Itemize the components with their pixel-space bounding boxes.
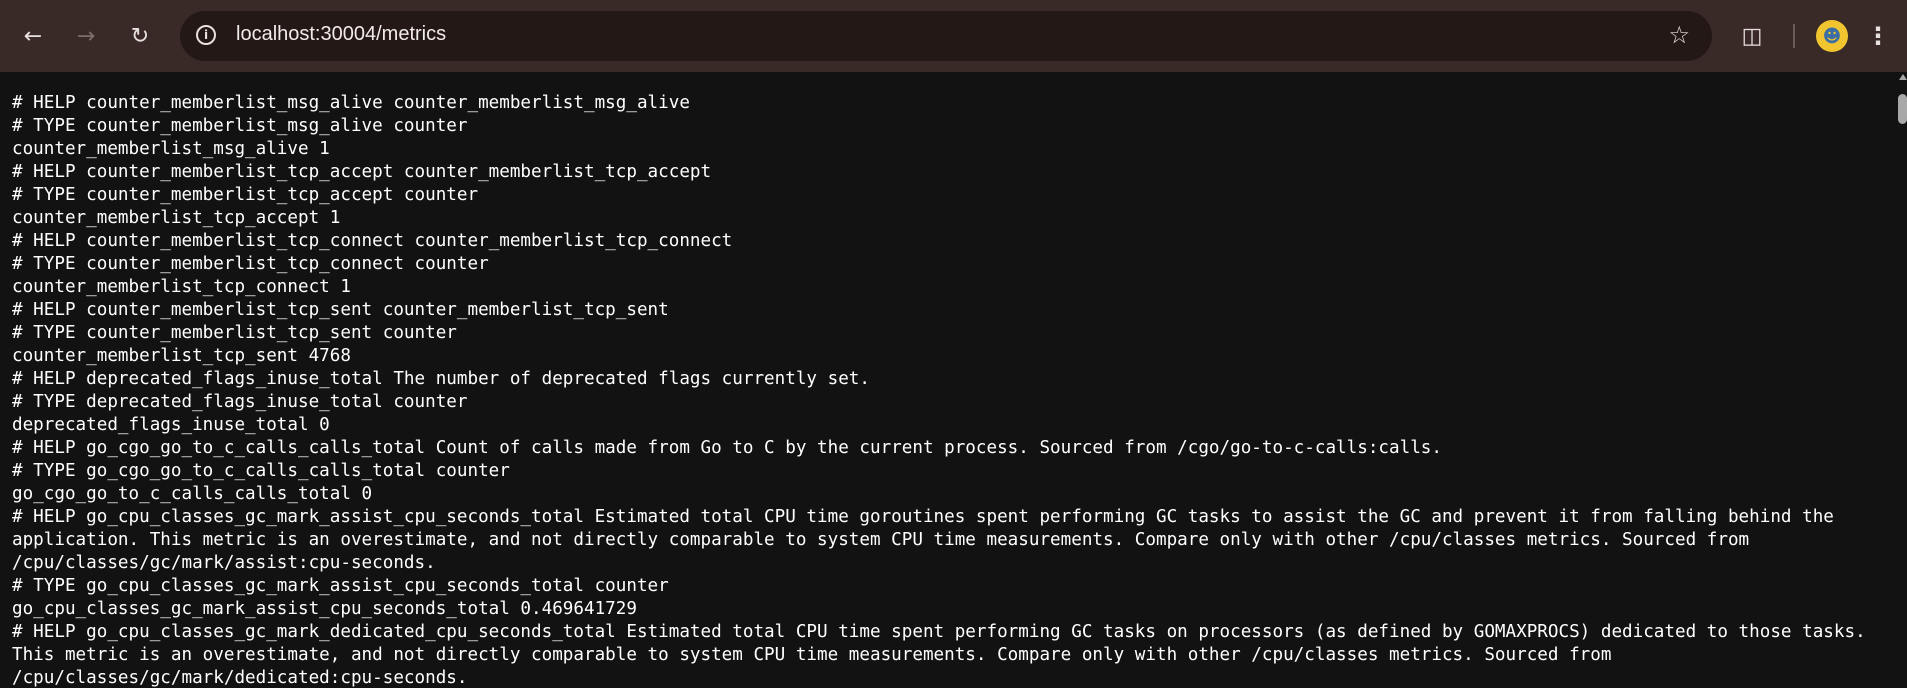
metric-line: # HELP counter_memberlist_msg_alive coun… <box>12 93 690 113</box>
kebab-menu-icon[interactable]: ⋮ <box>1866 18 1890 54</box>
forward-arrow-icon[interactable]: → <box>68 18 104 54</box>
url-text[interactable]: localhost:30004/metrics <box>236 23 446 46</box>
metric-line: # HELP go_cpu_classes_gc_mark_assist_cpu… <box>12 507 1834 573</box>
toolbar-separator <box>1793 24 1795 48</box>
reload-icon[interactable]: ↻ <box>122 18 158 54</box>
site-info-icon[interactable]: i <box>196 25 216 45</box>
metric-line: # HELP go_cpu_classes_gc_mark_dedicated_… <box>12 622 1866 688</box>
profile-avatar-icon[interactable]: ☻ <box>1816 20 1848 52</box>
metric-line: # HELP deprecated_flags_inuse_total The … <box>12 369 870 389</box>
browser-toolbar: ← → ↻ i localhost:30004/metrics ☆ ◫ ☻ ⋮ <box>0 0 1907 72</box>
vertical-scrollbar[interactable] <box>1898 72 1907 688</box>
bookmark-star-icon[interactable]: ☆ <box>1668 21 1690 49</box>
metric-line: # TYPE go_cpu_classes_gc_mark_assist_cpu… <box>12 576 669 596</box>
metric-line: counter_memberlist_tcp_connect 1 <box>12 277 351 297</box>
metric-line: # TYPE go_cgo_go_to_c_calls_calls_total … <box>12 461 510 481</box>
metric-line: deprecated_flags_inuse_total 0 <box>12 415 330 435</box>
metric-line: # HELP counter_memberlist_tcp_accept cou… <box>12 162 712 182</box>
metric-line: # HELP counter_memberlist_tcp_sent count… <box>12 300 669 320</box>
metric-line: counter_memberlist_tcp_sent 4768 <box>12 346 351 366</box>
scroll-up-arrow-icon[interactable] <box>1899 74 1907 80</box>
metrics-text: # HELP counter_memberlist_msg_alive coun… <box>0 72 1898 688</box>
back-arrow-icon[interactable]: ← <box>15 18 51 54</box>
metric-line: # HELP counter_memberlist_tcp_connect co… <box>12 231 733 251</box>
metric-line: # HELP go_cgo_go_to_c_calls_calls_total … <box>12 438 1442 458</box>
metric-line: go_cgo_go_to_c_calls_calls_total 0 <box>12 484 373 504</box>
scroll-thumb[interactable] <box>1898 94 1907 124</box>
metric-line: # TYPE counter_memberlist_tcp_connect co… <box>12 254 489 274</box>
extensions-puzzle-icon[interactable]: ◫ <box>1734 18 1770 54</box>
metric-line: # TYPE counter_memberlist_tcp_sent count… <box>12 323 457 343</box>
metric-line: counter_memberlist_tcp_accept 1 <box>12 208 341 228</box>
metric-line: counter_memberlist_msg_alive 1 <box>12 139 330 159</box>
metric-line: # TYPE counter_memberlist_tcp_accept cou… <box>12 185 479 205</box>
metric-line: # TYPE counter_memberlist_msg_alive coun… <box>12 116 468 136</box>
metric-line: go_cpu_classes_gc_mark_assist_cpu_second… <box>12 599 637 619</box>
address-bar[interactable]: i localhost:30004/metrics ☆ <box>180 11 1712 61</box>
page-content: # HELP counter_memberlist_msg_alive coun… <box>0 72 1898 688</box>
metric-line: # TYPE deprecated_flags_inuse_total coun… <box>12 392 468 412</box>
